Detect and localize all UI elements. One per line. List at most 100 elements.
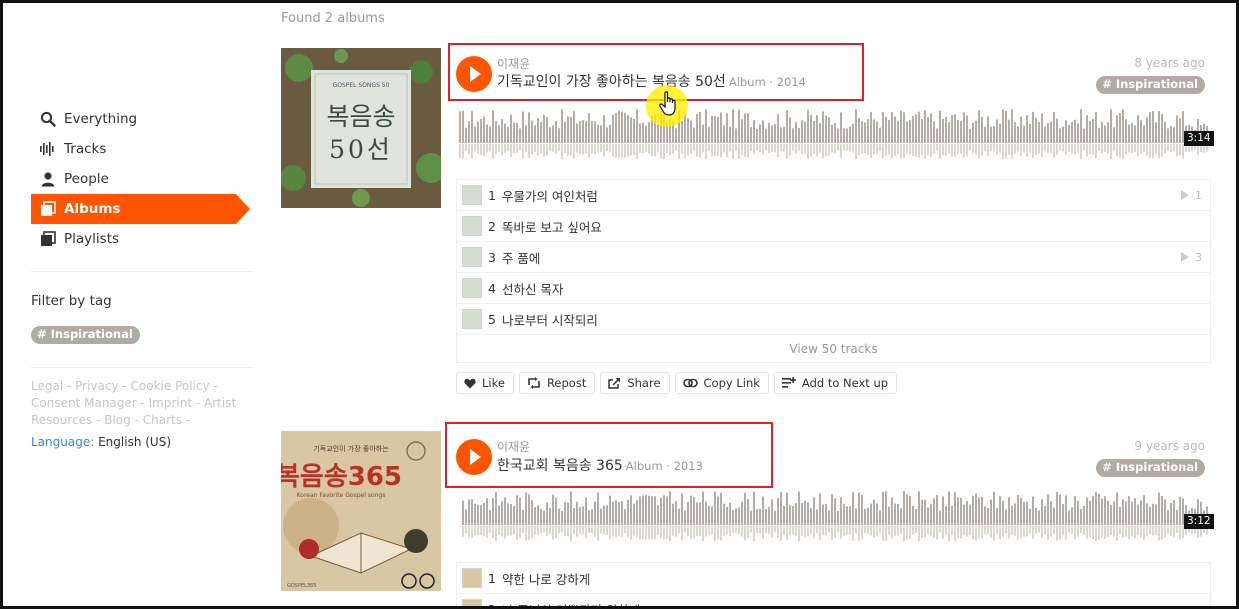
waveform[interactable] [462,489,1211,547]
waveform-bar-reflection [798,526,800,542]
art-small-text: GOSPEL SONGS 50 [333,82,390,89]
nav-item-playlists[interactable]: Playlists [31,224,253,254]
waveform-bar-reflection [756,526,758,534]
nav-item-everything[interactable]: Everything [31,104,253,134]
waveform-bar-reflection [522,144,524,159]
app-frame: Everything Tracks People Albums Playlist… [0,0,1239,609]
waveform-bar-reflection [696,144,698,157]
waveform-bar [1080,508,1082,525]
waveform-bar-reflection [1146,526,1148,536]
waveform-bar-reflection [543,526,545,533]
waveform-bar [897,503,899,525]
waveform-bar [468,499,470,525]
waveform-bar-reflection [489,526,491,533]
waveform-bar-reflection [831,144,833,153]
waveform-bar-reflection [804,526,806,537]
waveform-bar-reflection [954,526,956,541]
waveform-bar [537,505,539,525]
waveform-bar-reflection [540,526,542,534]
waveform-bar-reflection [984,526,986,535]
waveform-bar-reflection [1044,144,1046,152]
waveform-bar-reflection [1173,144,1175,152]
waveform-bar [993,491,995,525]
waveform-bar-reflection [693,526,695,539]
repost-button[interactable]: Repost [518,372,596,394]
waveform-bar-reflection [894,526,896,536]
waveform-bar-reflection [705,144,707,160]
waveform-bar-reflection [825,526,827,536]
waveform-bar-reflection [1119,526,1121,535]
waveform-bar [1179,496,1181,525]
waveform-bar [804,121,806,143]
track-number: 1 [488,570,496,586]
nav-item-albums[interactable]: Albums [31,194,250,224]
waveform-bar-reflection [951,526,953,535]
track-title: 선하신 목자 [501,281,564,297]
view-all-tracks-link[interactable]: View 50 tracks [457,335,1210,362]
waveform-bar [816,509,818,525]
waveform-bar-reflection [918,144,920,159]
waveform-bar [720,492,722,525]
waveform-bar [849,506,851,525]
waveform-bar-reflection [636,144,638,160]
waveform[interactable] [459,107,1211,165]
waveform-bar-reflection [891,144,893,159]
language-selector[interactable]: Language: English (US) [31,435,171,449]
waveform-bar-reflection [486,526,488,539]
waveform-bar-reflection [750,144,752,152]
waveform-bar-reflection [1065,526,1067,540]
waveform-bar [702,491,704,525]
album-artwork[interactable]: 기독교인이 가장 좋아하는 복음송365 Korean Favorite Gos… [281,431,441,591]
waveform-bar-reflection [582,144,584,155]
waveform-bar [1053,507,1055,525]
waveform-bar [972,122,974,143]
waveform-bar-reflection [1089,144,1091,154]
footer-links[interactable]: Legal - Privacy - Cookie Policy - Consen… [31,378,241,429]
waveform-bar-reflection [624,526,626,534]
nav-item-people[interactable]: People [31,164,253,194]
waveform-bar-reflection [669,144,671,156]
list-item[interactable]: 4 선하신 목자 [457,273,1210,304]
waveform-bar-reflection [777,526,779,539]
waveform-bar-reflection [981,144,983,156]
waveform-bar [513,505,515,525]
waveform-bar-reflection [948,144,950,154]
waveform-bar-reflection [906,144,908,154]
album-tag[interactable]: # Inspirational [1096,73,1205,94]
waveform-bar [975,493,977,525]
waveform-bar-reflection [600,526,602,534]
list-item[interactable]: 5 나로부터 시작되리 [457,304,1210,335]
like-button[interactable]: Like [456,372,514,394]
nav-item-tracks[interactable]: Tracks [31,134,253,164]
waveform-bar-reflection [504,144,506,153]
waveform-bar-reflection [792,526,794,535]
waveform-bar-reflection [588,144,590,158]
waveform-bar [987,116,989,143]
waveform-bar-reflection [573,144,575,159]
waveform-bar-reflection [684,144,686,158]
copy-link-button[interactable]: Copy Link [674,372,769,394]
list-item[interactable]: 1 약한 나로 강하게 [457,563,1210,594]
list-item[interactable]: 3 주 품에 3 [457,242,1210,273]
share-button[interactable]: Share [600,372,670,394]
track-title: 나로부터 시작되리 [501,312,598,328]
waveform-bar-reflection [1134,526,1136,539]
waveform-bar-reflection [1149,526,1151,535]
waveform-bar [897,120,899,143]
waveform-bar [843,128,845,143]
waveform-bar [570,117,572,143]
waveform-bar [1074,496,1076,525]
add-to-next-up-button[interactable]: Add to Next up [773,372,898,394]
language-value: English (US) [98,435,172,449]
list-item[interactable]: 2 똑바로 보고 싶어요 [457,211,1210,242]
waveform-bar [600,125,602,143]
waveform-bar [933,121,935,143]
track-title: 나 주님의 기쁨되기 원하네 [502,600,640,607]
waveform-bar-reflection [1167,526,1169,533]
album-tag[interactable]: # Inspirational [1096,456,1205,477]
filter-tag[interactable]: # Inspirational [31,323,140,344]
album-artwork[interactable]: GOSPEL SONGS 50 복음송 50선 [281,48,441,208]
list-item[interactable]: 2 나 주님의 기쁨되기 원하네 [457,594,1210,607]
list-item[interactable]: 1 우물가의 여인처럼 1 [457,180,1210,211]
waveform-bar-reflection [615,144,617,158]
